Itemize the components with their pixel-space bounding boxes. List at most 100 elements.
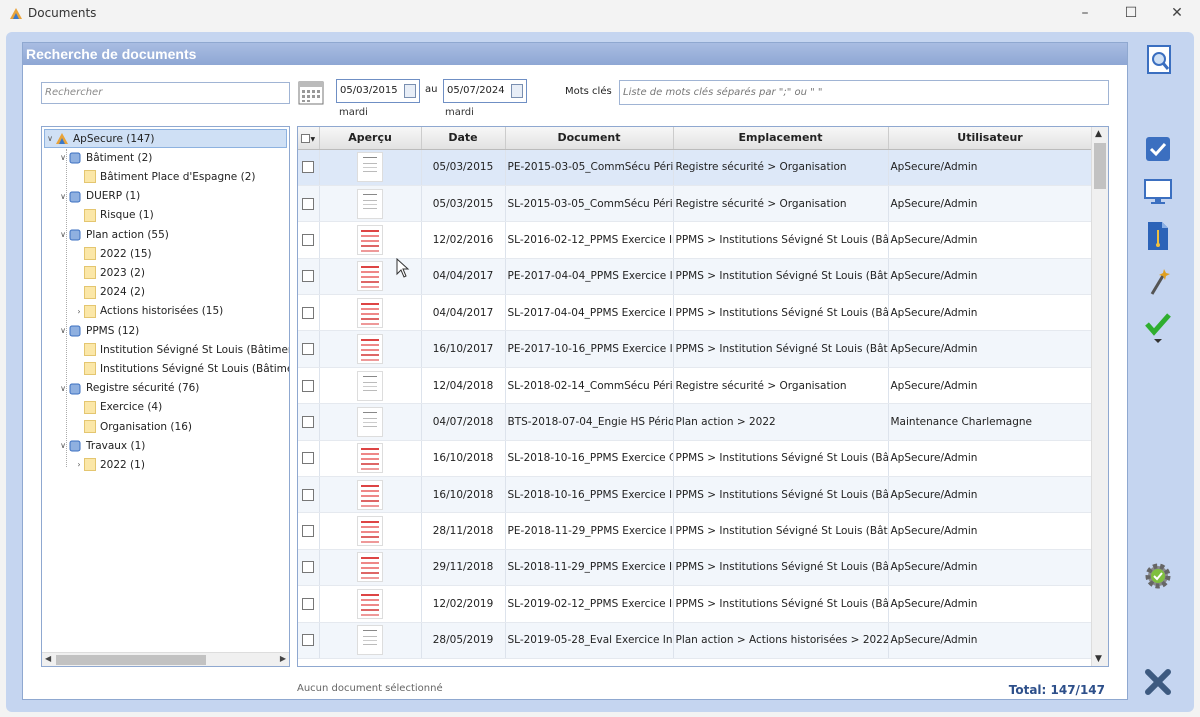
row-checkbox[interactable]: [302, 597, 315, 610]
row-select-cell[interactable]: [298, 585, 320, 623]
chevron-down-icon[interactable]: ∨: [58, 230, 68, 239]
search-input[interactable]: Rechercher: [41, 82, 290, 104]
row-checkbox[interactable]: [302, 415, 315, 428]
row-checkbox[interactable]: [302, 379, 315, 392]
chevron-down-icon[interactable]: ∨: [58, 441, 68, 450]
preview-button[interactable]: [1142, 176, 1174, 208]
row-select-cell[interactable]: [298, 330, 320, 368]
table-row[interactable]: 29/11/2018 SL-2018-11-29_PPMS Exercice In…: [298, 549, 1093, 587]
row-select-cell[interactable]: [298, 185, 320, 223]
table-row[interactable]: 16/10/2018 SL-2018-10-16_PPMS Exercice Co…: [298, 440, 1093, 478]
preview-cell[interactable]: [319, 221, 422, 259]
row-checkbox[interactable]: [302, 452, 315, 465]
scroll-up-icon[interactable]: ▲: [1095, 129, 1102, 139]
table-row[interactable]: 05/03/2015PE-2015-03-05_CommSécu Périodi…: [298, 149, 1093, 186]
preview-cell[interactable]: [319, 549, 422, 587]
table-row[interactable]: 04/04/2017 SL-2017-04-04_PPMS Exercice In…: [298, 294, 1093, 332]
tree-horizontal-scrollbar[interactable]: ◀ ▶: [42, 652, 289, 666]
document-thumbnail[interactable]: [357, 224, 383, 255]
tree-folder-node[interactable]: Bâtiment Place d'Espagne (2): [74, 167, 255, 186]
scroll-left-icon[interactable]: ◀: [45, 654, 51, 663]
keywords-input[interactable]: Liste de mots clés séparés par ";" ou " …: [619, 80, 1109, 105]
row-select-cell[interactable]: [298, 367, 320, 405]
tree-folder-node[interactable]: 2023 (2): [74, 263, 145, 282]
preview-cell[interactable]: [319, 476, 422, 514]
row-checkbox[interactable]: [302, 561, 315, 574]
document-thumbnail[interactable]: [357, 297, 383, 328]
row-checkbox[interactable]: [302, 525, 315, 538]
document-thumbnail[interactable]: [357, 334, 383, 365]
chevron-down-icon[interactable]: ∨: [58, 326, 68, 335]
tree-folder-node[interactable]: › Actions historisées (15): [74, 302, 223, 321]
table-row[interactable]: 16/10/2018 SL-2018-10-16_PPMS Exercice In…: [298, 476, 1093, 514]
tree-category-node[interactable]: ∨ DUERP (1): [58, 187, 140, 206]
row-select-cell[interactable]: [298, 403, 320, 441]
tree-folder-node[interactable]: Exercice (4): [74, 398, 162, 417]
row-checkbox[interactable]: [302, 270, 315, 283]
document-thumbnail[interactable]: [357, 443, 383, 474]
calendar-picker-icon[interactable]: [511, 84, 523, 98]
table-row[interactable]: 05/03/2015SL-2015-03-05_CommSécu Périodi…: [298, 185, 1093, 223]
row-select-cell[interactable]: [298, 476, 320, 514]
column-header-user[interactable]: Utilisateur: [888, 127, 1093, 150]
minimize-button[interactable]: –: [1062, 0, 1108, 26]
preview-cell[interactable]: [319, 185, 422, 223]
select-all-header[interactable]: ▼: [298, 127, 320, 150]
table-vertical-scrollbar[interactable]: ▲ ▼: [1091, 127, 1108, 666]
scroll-down-icon[interactable]: ▼: [1095, 654, 1102, 664]
scroll-right-icon[interactable]: ▶: [280, 654, 286, 663]
document-thumbnail[interactable]: [357, 152, 383, 183]
column-header-date[interactable]: Date: [421, 127, 506, 150]
preview-cell[interactable]: [319, 585, 422, 623]
chevron-down-icon[interactable]: ∨: [58, 384, 68, 393]
chevron-down-icon[interactable]: ∨: [58, 192, 68, 201]
scrollbar-thumb[interactable]: [1094, 143, 1106, 189]
magic-wand-button[interactable]: [1142, 266, 1174, 298]
document-thumbnail[interactable]: [357, 625, 383, 656]
maximize-button[interactable]: ☐: [1108, 0, 1154, 26]
table-row[interactable]: 12/02/2019SL-2019-02-12_PPMS Exercice In…: [298, 585, 1093, 623]
preview-cell[interactable]: [319, 367, 422, 405]
row-select-cell[interactable]: [298, 294, 320, 332]
column-header-location[interactable]: Emplacement: [673, 127, 889, 150]
tree-category-node[interactable]: ∨ PPMS (12): [58, 321, 139, 340]
table-row[interactable]: 04/04/2017 PE-2017-04-04_PPMS Exercice In…: [298, 258, 1093, 296]
table-row[interactable]: 28/11/2018 PE-2018-11-29_PPMS Exercice In…: [298, 512, 1093, 550]
date-from-field[interactable]: 05/03/2015: [336, 79, 420, 103]
tree-folder-node[interactable]: Organisation (16): [74, 417, 192, 436]
search-button[interactable]: [1144, 44, 1176, 76]
settings-button[interactable]: [1142, 560, 1174, 592]
date-to-field[interactable]: 05/07/2024: [443, 79, 527, 103]
preview-cell[interactable]: [319, 294, 422, 332]
tree-category-node[interactable]: ∨ Bâtiment (2): [58, 148, 152, 167]
preview-cell[interactable]: [319, 622, 422, 659]
chevron-right-icon[interactable]: ›: [74, 307, 84, 316]
row-checkbox[interactable]: [302, 197, 315, 210]
document-thumbnail[interactable]: [357, 188, 383, 219]
tree-folder-node[interactable]: Institution Sévigné St Louis (Bâtiment: [74, 340, 289, 359]
chevron-down-icon[interactable]: ∨: [45, 134, 55, 143]
row-checkbox[interactable]: [302, 488, 315, 501]
row-select-cell[interactable]: [298, 221, 320, 259]
row-select-cell[interactable]: [298, 258, 320, 296]
tree-category-node[interactable]: ∨ Registre sécurité (76): [58, 379, 199, 398]
tree-category-node[interactable]: ∨ Travaux (1): [58, 436, 145, 455]
document-thumbnail[interactable]: [357, 261, 383, 292]
category-tree[interactable]: ◀ ▶ ∨ ApSecure (147) ∨ Bâtiment (2) Bâtiment…: [41, 126, 290, 667]
tree-folder-node[interactable]: 2024 (2): [74, 283, 145, 302]
table-row[interactable]: 12/02/2016SL-2016-02-12_PPMS Exercice In…: [298, 221, 1093, 259]
document-thumbnail[interactable]: [357, 370, 383, 401]
row-select-cell[interactable]: [298, 440, 320, 478]
validate-dropdown-button[interactable]: [1142, 312, 1174, 344]
document-thumbnail[interactable]: [357, 552, 383, 583]
chevron-down-icon[interactable]: ▼: [310, 136, 315, 143]
chevron-down-icon[interactable]: ∨: [58, 153, 68, 162]
column-header-document[interactable]: Document: [505, 127, 674, 150]
tree-folder-node[interactable]: Institutions Sévigné St Louis (Bâtimer: [74, 359, 289, 378]
close-button[interactable]: [1142, 666, 1174, 698]
table-row[interactable]: 16/10/2017 PE-2017-10-16_PPMS Exercice In…: [298, 330, 1093, 368]
row-select-cell[interactable]: [298, 549, 320, 587]
row-checkbox[interactable]: [302, 161, 315, 174]
preview-cell[interactable]: [319, 149, 422, 186]
attach-document-button[interactable]: [1142, 220, 1174, 252]
